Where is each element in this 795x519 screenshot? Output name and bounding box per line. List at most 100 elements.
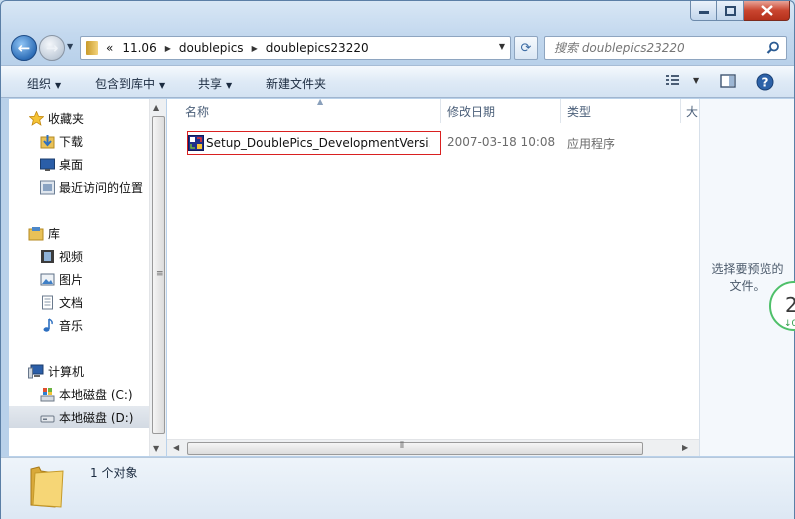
file-list-scrollbar[interactable]: ◀ ⦀ ▶	[167, 439, 699, 456]
organize-button[interactable]: 组织 ▼	[27, 75, 61, 92]
scroll-left-arrow[interactable]: ◀	[173, 443, 179, 452]
library-icon	[28, 225, 44, 241]
recent-places-icon	[39, 179, 55, 195]
sidebar-item-label: 本地磁盘 (C:)	[59, 387, 133, 402]
file-name: Setup_DoublePics_DevelopmentVersi...	[206, 136, 430, 150]
search-icon[interactable]	[766, 41, 780, 55]
navigation-pane: 收藏夹 下载 桌面 最近访问的位置 库 视频 图片 文档 音乐 计算机 本地磁盘…	[9, 99, 149, 456]
video-icon	[39, 248, 55, 264]
view-options-button[interactable]: ▼	[665, 73, 699, 87]
preview-pane-button[interactable]	[720, 73, 736, 89]
chevron-down-icon: ▼	[159, 81, 166, 90]
explorer-window: ← → ▼ « 11.06 ▶ doublepics ▶ doublepics2…	[0, 0, 795, 519]
close-button[interactable]	[744, 1, 790, 21]
chevron-down-icon: ▼	[226, 81, 233, 90]
details-pane: 1 个对象	[1, 457, 794, 519]
new-folder-button[interactable]: 新建文件夹	[266, 75, 326, 92]
computer-icon	[28, 363, 44, 379]
navigation-scrollbar[interactable]: ▲ ≡ ▼	[149, 99, 166, 456]
breadcrumb-item[interactable]: doublepics23220	[266, 41, 369, 55]
column-header-modified[interactable]: 修改日期	[439, 99, 561, 123]
sidebar-item-drive-c[interactable]: 本地磁盘 (C:)	[39, 383, 149, 405]
include-in-library-button[interactable]: 包含到库中 ▼	[95, 75, 165, 92]
music-note-icon	[39, 317, 55, 333]
grip-icon: ≡	[156, 269, 164, 279]
search-box[interactable]	[544, 36, 787, 60]
system-drive-icon	[39, 386, 55, 402]
command-bar: 组织 ▼ 包含到库中 ▼ 共享 ▼ 新建文件夹 ▼ ?	[1, 65, 794, 98]
chevron-down-icon[interactable]: ▼	[693, 76, 699, 85]
sidebar-item-videos[interactable]: 视频	[39, 245, 149, 267]
preview-line: 选择要预览的	[711, 262, 784, 276]
share-button[interactable]: 共享 ▼	[198, 75, 232, 92]
sidebar-item-label: 最近访问的位置	[59, 180, 144, 195]
breadcrumb-item[interactable]: 11.06	[122, 41, 156, 55]
sidebar-item-computer[interactable]: 计算机	[28, 360, 149, 382]
address-bar[interactable]: « 11.06 ▶ doublepics ▶ doublepics23220 ▼	[80, 36, 511, 60]
sidebar-item-favorites[interactable]: 收藏夹	[28, 107, 149, 129]
view-details-icon	[666, 75, 679, 85]
sidebar-item-documents[interactable]: 文档	[39, 291, 149, 313]
grip-icon: ⦀	[400, 441, 404, 451]
chevron-down-icon[interactable]: ▼	[499, 42, 505, 51]
scrollbar-thumb[interactable]: ⦀	[187, 441, 643, 455]
sidebar-item-recent[interactable]: 最近访问的位置	[39, 176, 149, 198]
scroll-up-arrow[interactable]: ▲	[153, 103, 159, 112]
sidebar-item-label: 本地磁盘 (D:)	[59, 410, 134, 425]
scrollbar-thumb[interactable]: ≡	[152, 116, 165, 434]
sort-ascending-icon: ▲	[317, 97, 324, 106]
badge-sub: ↓0.	[784, 319, 795, 329]
new-folder-label: 新建文件夹	[266, 77, 327, 91]
column-header-size[interactable]: 大	[678, 99, 699, 123]
sidebar-item-label: 文档	[59, 295, 84, 310]
file-type: 应用程序	[567, 137, 616, 151]
forward-arrow-icon: →	[45, 39, 59, 57]
sidebar-item-drive-d[interactable]: 本地磁盘 (D:)	[9, 406, 149, 428]
sidebar-item-pictures[interactable]: 图片	[39, 268, 149, 290]
column-label: 名称	[185, 104, 210, 119]
sidebar-item-label: 库	[48, 226, 61, 241]
sidebar-item-music[interactable]: 音乐	[39, 314, 149, 336]
sidebar-item-libraries[interactable]: 库	[28, 222, 149, 244]
sidebar-item-label: 桌面	[59, 157, 84, 172]
sidebar-item-label: 图片	[59, 272, 84, 287]
maximize-button[interactable]	[717, 1, 744, 21]
help-button[interactable]: ?	[756, 73, 774, 91]
hard-drive-icon	[39, 409, 55, 425]
sidebar-item-label: 视频	[59, 249, 84, 264]
sidebar-item-downloads[interactable]: 下载	[39, 130, 149, 152]
maximize-icon	[724, 5, 736, 16]
star-icon	[28, 110, 44, 126]
help-icon: ?	[756, 73, 774, 91]
chevron-right-icon[interactable]: ▶	[252, 44, 258, 53]
minimize-button[interactable]	[690, 1, 717, 21]
share-label: 共享	[198, 77, 223, 91]
recent-pages-dropdown[interactable]: ▼	[67, 42, 73, 51]
breadcrumb-item[interactable]: doublepics	[179, 41, 244, 55]
folder-icon	[30, 466, 64, 508]
sidebar-item-label: 计算机	[48, 364, 85, 379]
chevron-down-icon: ▼	[55, 81, 62, 90]
sidebar-item-desktop[interactable]: 桌面	[39, 153, 149, 175]
search-input[interactable]	[554, 41, 759, 55]
column-label: 修改日期	[447, 104, 496, 119]
refresh-icon: ⟳	[520, 40, 532, 56]
sidebar-item-label: 收藏夹	[48, 111, 85, 126]
file-row[interactable]: Setup_DoublePics_DevelopmentVersi...	[187, 131, 441, 155]
column-header-name[interactable]: 名称 ▲	[177, 97, 441, 123]
download-folder-icon	[39, 133, 55, 149]
forward-button[interactable]: →	[39, 35, 65, 61]
document-icon	[39, 294, 55, 310]
breadcrumb-overflow[interactable]: «	[106, 41, 113, 55]
svg-text:?: ?	[762, 76, 769, 90]
refresh-button[interactable]: ⟳	[514, 36, 538, 60]
desktop-icon	[39, 156, 55, 172]
scroll-right-arrow[interactable]: ▶	[682, 443, 688, 452]
preview-pane-icon	[720, 74, 736, 88]
installer-icon	[188, 135, 204, 151]
back-button[interactable]: ←	[11, 35, 37, 61]
scroll-down-arrow[interactable]: ▼	[153, 444, 159, 453]
column-header-type[interactable]: 类型	[559, 99, 681, 123]
chevron-right-icon[interactable]: ▶	[165, 44, 171, 53]
sidebar-item-label: 音乐	[59, 318, 84, 333]
